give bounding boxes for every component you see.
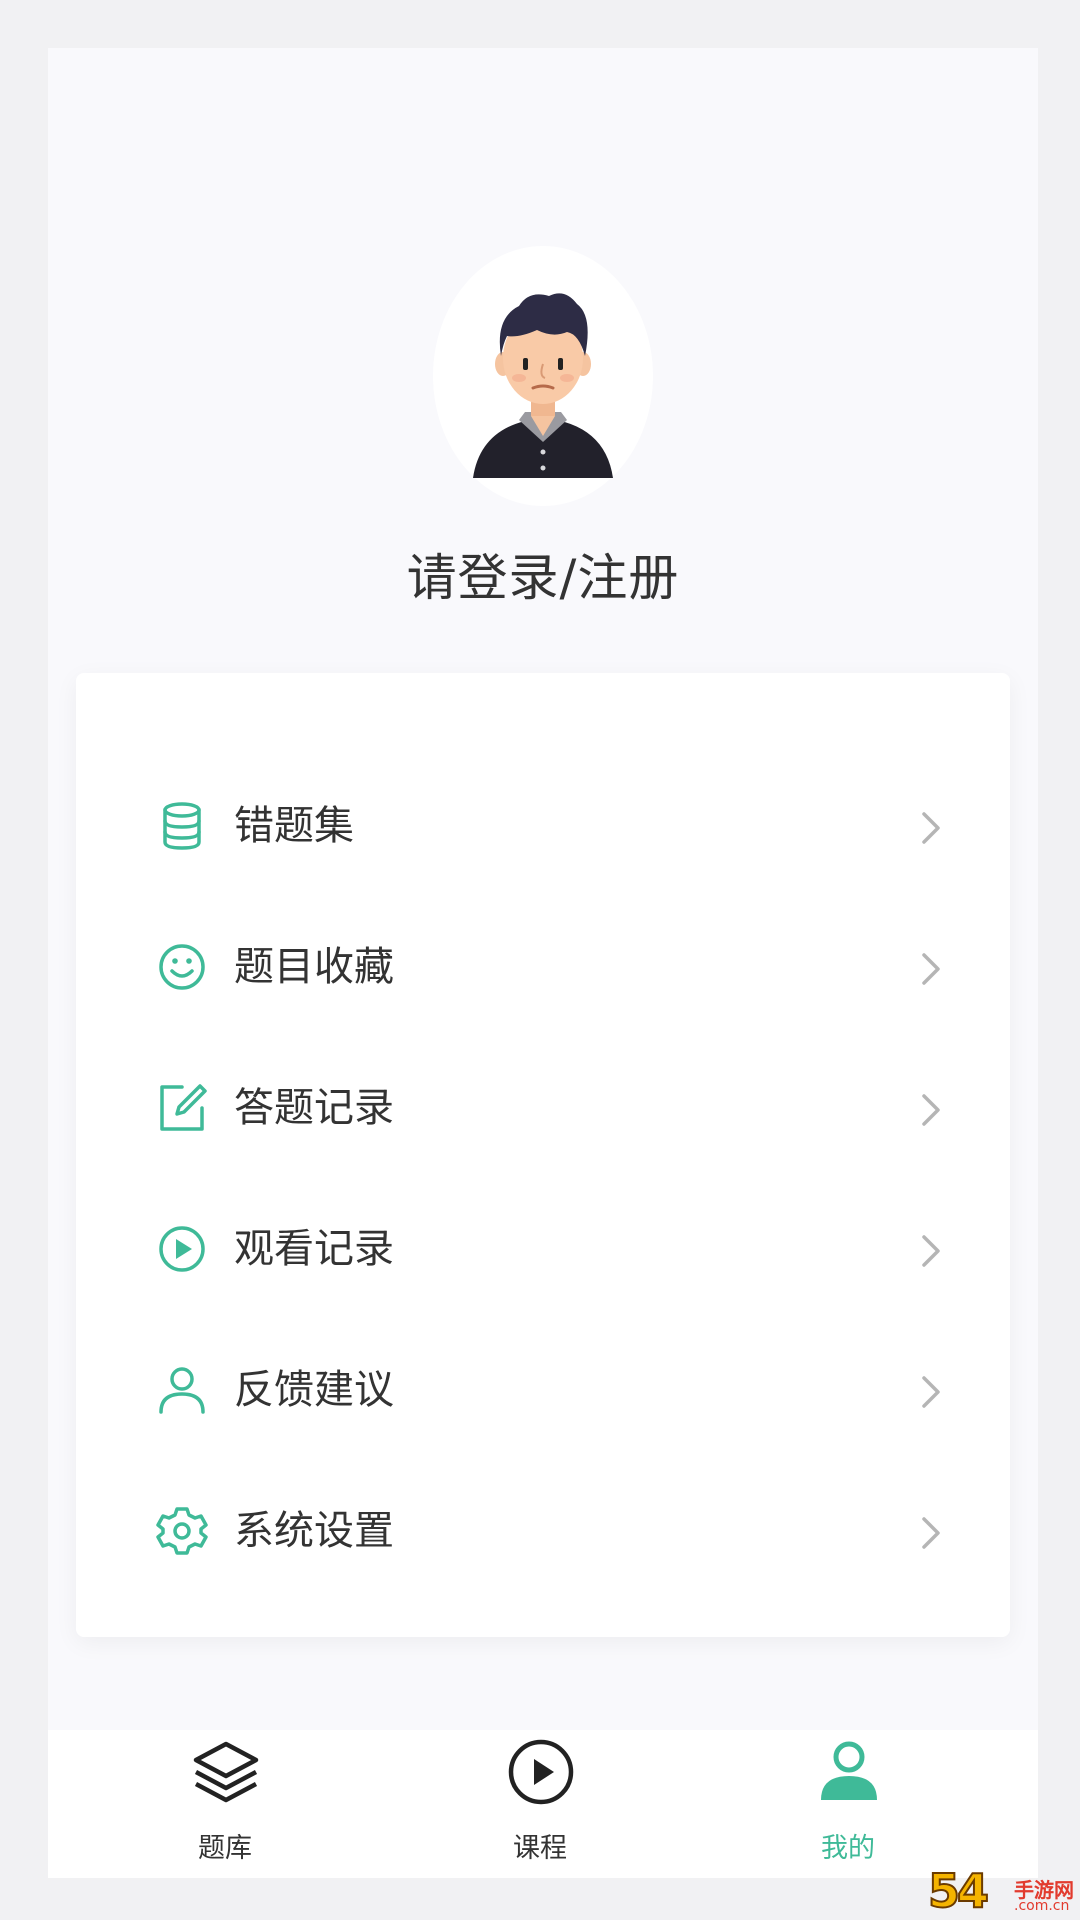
play-circle-icon xyxy=(159,1226,205,1272)
chevron-right-icon xyxy=(922,953,940,985)
chevron-right-icon xyxy=(922,1376,940,1408)
chevron-right-icon xyxy=(922,812,940,844)
login-register-link[interactable]: 请登录/注册 xyxy=(48,538,1038,610)
user-icon xyxy=(821,1741,877,1800)
gear-icon xyxy=(156,1507,208,1555)
layers-icon xyxy=(193,1741,259,1803)
menu-item-label: 系统设置 xyxy=(234,1508,394,1554)
watermark-number: 54 xyxy=(927,1863,990,1919)
tab-question-bank[interactable]: 题库 xyxy=(125,1730,325,1878)
watermark-domain: .com.cn xyxy=(1014,1898,1070,1914)
menu-item-label: 观看记录 xyxy=(234,1226,394,1272)
menu-card: 错题集 题目收藏 答题记录 观看记录 反馈建议 系统设置 xyxy=(76,673,1010,1637)
chevron-right-icon xyxy=(922,1517,940,1549)
tab-label: 课程 xyxy=(513,1833,567,1864)
chevron-right-icon xyxy=(922,1094,940,1126)
chevron-right-icon xyxy=(922,1235,940,1267)
menu-item-feedback[interactable]: 反馈建议 xyxy=(76,1330,1010,1450)
smile-icon xyxy=(159,944,205,990)
user-icon xyxy=(159,1367,205,1414)
database-icon xyxy=(163,802,201,850)
site-watermark: 54 手游网 .com.cn xyxy=(927,1863,1080,1920)
menu-item-settings[interactable]: 系统设置 xyxy=(76,1471,1010,1591)
menu-item-watch-history[interactable]: 观看记录 xyxy=(76,1189,1010,1309)
bottom-tab-bar: 题库 课程 我的 xyxy=(48,1730,1038,1878)
tab-mine[interactable]: 我的 xyxy=(748,1730,948,1878)
menu-item-wrong-questions[interactable]: 错题集 xyxy=(76,766,1010,886)
tab-courses[interactable]: 课程 xyxy=(440,1730,640,1878)
menu-item-favorites[interactable]: 题目收藏 xyxy=(76,907,1010,1027)
menu-item-answer-history[interactable]: 答题记录 xyxy=(76,1048,1010,1168)
menu-item-label: 题目收藏 xyxy=(234,944,394,990)
menu-item-label: 错题集 xyxy=(234,803,354,849)
menu-item-label: 答题记录 xyxy=(234,1085,394,1131)
edit-icon xyxy=(160,1084,207,1131)
menu-item-label: 反馈建议 xyxy=(234,1367,394,1413)
avatar[interactable] xyxy=(433,246,653,506)
phone-screen: 请登录/注册 错题集 题目收藏 答题记录 观看记录 反馈建议 系统设置 题库 课… xyxy=(48,48,1038,1878)
play-circle-icon xyxy=(508,1739,574,1805)
avatar-illustration xyxy=(473,293,613,478)
tab-label: 我的 xyxy=(821,1833,875,1864)
tab-label: 题库 xyxy=(198,1833,252,1864)
